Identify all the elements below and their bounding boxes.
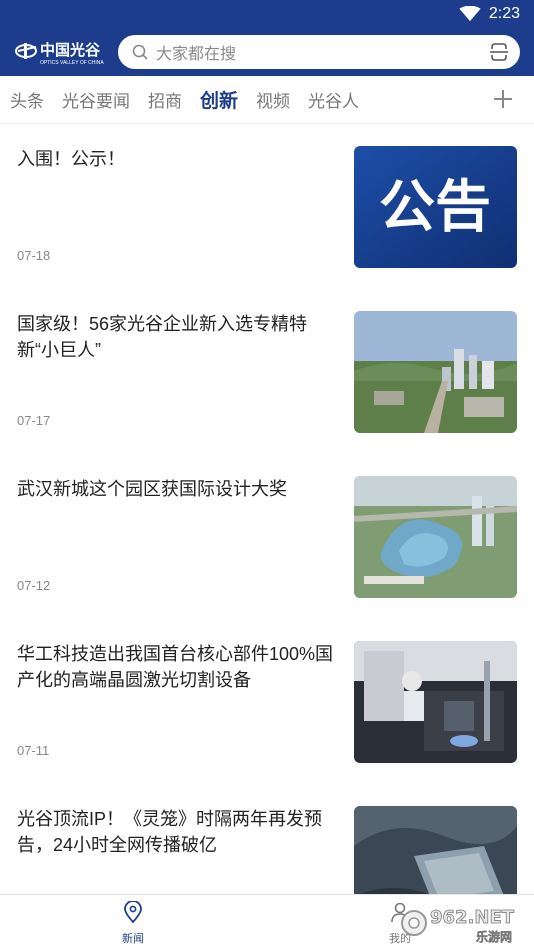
tab-video[interactable]: 视频 xyxy=(256,87,290,112)
news-item[interactable]: 武汉新城这个园区获国际设计大奖 07-12 xyxy=(0,454,534,618)
news-title: 光谷顶流IP！《灵笼》时隔两年再发预告，24小时全网传播破亿 xyxy=(17,809,323,855)
app-header: 2:23 中国光谷 OPTICS VALLEY OF CHINA 大家都在搜 xyxy=(0,0,534,76)
news-title: 国家级！56家光谷企业新入选专精特新“小巨人” xyxy=(17,314,308,360)
news-title: 入围！公示！ xyxy=(17,149,125,169)
announcement-image: 公告 xyxy=(354,146,517,268)
news-date: 07-17 xyxy=(17,413,51,428)
status-time: 2:23 xyxy=(488,5,520,22)
lab-equipment-image xyxy=(354,641,517,763)
news-date: 07-18 xyxy=(17,248,51,263)
svg-text:OPTICS VALLEY OF CHINA: OPTICS VALLEY OF CHINA xyxy=(40,60,104,66)
plus-icon[interactable] xyxy=(490,86,516,112)
news-list: 入围！公示！ 07-18 公告 国家级！56家光谷企业新入选专精特新“小巨人” … xyxy=(0,124,534,894)
logo-icon: 中国光谷 OPTICS VALLEY OF CHINA xyxy=(15,41,104,66)
status-bar: 2:23 xyxy=(0,0,534,28)
wifi-icon xyxy=(459,6,481,22)
news-title: 华工科技造出我国首台核心部件100%国产化的高端晶圆激光切割设备 xyxy=(17,644,334,690)
news-item[interactable]: 华工科技造出我国首台核心部件100%国产化的高端晶圆激光切割设备 07-11 xyxy=(0,619,534,783)
search-row: 中国光谷 OPTICS VALLEY OF CHINA 大家都在搜 xyxy=(0,28,534,76)
search-icon xyxy=(132,44,148,60)
search-placeholder: 大家都在搜 xyxy=(156,46,237,63)
nav-news[interactable]: 新闻 xyxy=(103,900,163,946)
svg-text:中国光谷: 中国光谷 xyxy=(40,41,101,59)
park-rendering-image xyxy=(354,476,517,598)
tab-headlines[interactable]: 头条 xyxy=(10,87,44,112)
bottom-nav: 新闻 我的 962.NET 乐游网 xyxy=(0,894,534,949)
news-item[interactable]: 国家级！56家光谷企业新入选专精特新“小巨人” 07-17 xyxy=(0,289,534,453)
category-tabs: 头条 光谷要闻 招商 创新 视频 光谷人 xyxy=(0,76,534,124)
scan-icon[interactable] xyxy=(488,41,510,63)
news-title: 武汉新城这个园区获国际设计大奖 xyxy=(17,479,287,499)
city-aerial-image xyxy=(354,311,517,433)
news-item[interactable]: 入围！公示！ 07-18 公告 xyxy=(0,124,534,288)
animation-still-image xyxy=(354,806,517,894)
tab-investment[interactable]: 招商 xyxy=(148,87,182,112)
thumb-text: 公告 xyxy=(379,175,491,240)
tab-valley-news[interactable]: 光谷要闻 xyxy=(62,87,130,112)
tab-valley-people[interactable]: 光谷人 xyxy=(308,87,359,112)
search-bar[interactable]: 大家都在搜 xyxy=(118,35,520,69)
tab-innovation[interactable]: 创新 xyxy=(200,86,238,113)
news-date: 07-12 xyxy=(17,578,51,593)
news-item[interactable]: 光谷顶流IP！《灵笼》时隔两年再发预告，24小时全网传播破亿 xyxy=(0,784,534,894)
nav-news-label: 新闻 xyxy=(122,933,144,945)
svg-text:962.NET: 962.NET xyxy=(430,907,515,928)
location-pin-icon xyxy=(124,900,142,924)
news-date: 07-11 xyxy=(17,743,50,758)
app-logo[interactable]: 中国光谷 OPTICS VALLEY OF CHINA xyxy=(14,37,106,67)
site-watermark-logo: 962.NET 乐游网 xyxy=(401,907,515,944)
svg-text:乐游网: 乐游网 xyxy=(476,929,512,944)
